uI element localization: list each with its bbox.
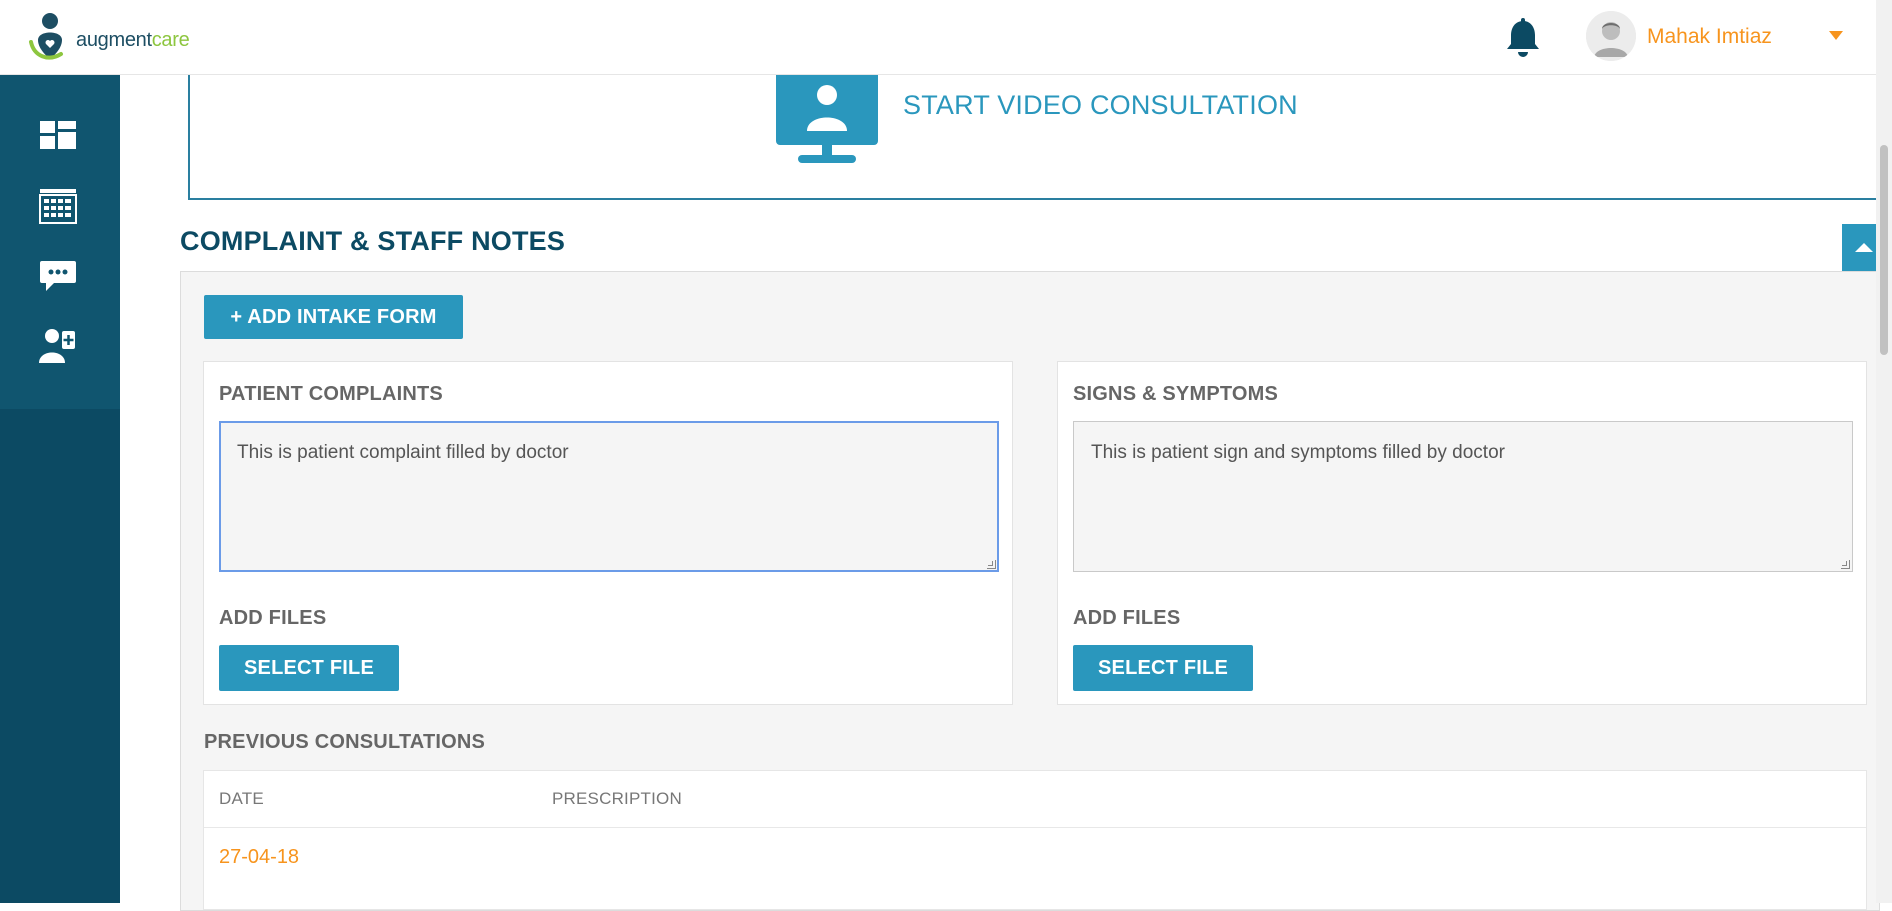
chat-icon[interactable]: [38, 255, 78, 295]
previous-consultations-title: PREVIOUS CONSULTATIONS: [204, 731, 486, 753]
caret-down-icon[interactable]: [1829, 31, 1843, 40]
user-avatar-icon: [1586, 11, 1636, 61]
start-video-consultation-link[interactable]: START VIDEO CONSULTATION: [903, 90, 1298, 121]
logo-text: augmentcare: [76, 28, 190, 51]
signs-symptoms-title: SIGNS & SYMPTOMS: [1073, 383, 1279, 405]
table-header-prescription: PRESCRIPTION: [552, 789, 682, 808]
signs-symptoms-card: SIGNS & SYMPTOMS This is patient sign an…: [1057, 361, 1867, 705]
add-intake-form-button[interactable]: + ADD INTAKE FORM: [204, 295, 463, 339]
select-file-button[interactable]: SELECT FILE: [1073, 645, 1253, 691]
sidebar-nav: [0, 75, 120, 409]
sidebar: [0, 75, 120, 903]
resize-handle-icon[interactable]: [987, 560, 996, 569]
notification-bell-icon[interactable]: [1503, 18, 1543, 60]
calendar-icon[interactable]: [38, 185, 78, 225]
patient-complaints-title: PATIENT COMPLAINTS: [219, 383, 443, 405]
add-files-label: ADD FILES: [1073, 607, 1181, 629]
section-title: COMPLAINT & STAFF NOTES: [180, 226, 566, 256]
table-divider: [204, 827, 1866, 828]
scrollbar-thumb[interactable]: [1880, 145, 1888, 355]
logo-icon: [29, 13, 63, 60]
user-name[interactable]: Mahak Imtiaz: [1647, 25, 1772, 49]
avatar[interactable]: [1586, 11, 1636, 61]
signs-symptoms-textarea[interactable]: This is patient sign and symptoms filled…: [1073, 421, 1853, 572]
patient-complaints-textarea[interactable]: This is patient complaint filled by doct…: [219, 421, 999, 572]
patient-complaints-card: PATIENT COMPLAINTS This is patient compl…: [203, 361, 1013, 705]
table-header-date: DATE: [219, 789, 264, 808]
top-header: augmentcare Mahak Imtiaz: [0, 0, 1892, 75]
doctor-icon[interactable]: [38, 325, 78, 365]
page-scrollbar[interactable]: [1876, 0, 1892, 903]
table-row-date[interactable]: 27-04-18: [219, 846, 299, 869]
video-consultation-panel: [188, 58, 1888, 200]
previous-consultations-table: DATE PRESCRIPTION 27-04-18: [203, 770, 1867, 910]
add-files-label: ADD FILES: [219, 607, 327, 629]
resize-handle-icon[interactable]: [1841, 560, 1850, 569]
dashboard-icon[interactable]: [38, 115, 78, 155]
select-file-button[interactable]: SELECT FILE: [219, 645, 399, 691]
app-logo[interactable]: augmentcare: [28, 10, 190, 64]
